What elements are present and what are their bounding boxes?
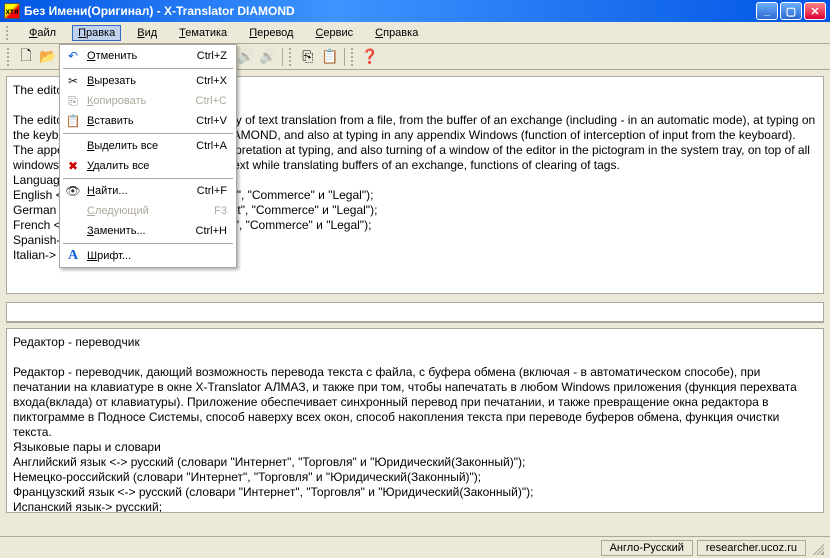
menu-item-[interactable]: 📋ВставитьCtrl+V (61, 111, 235, 131)
translated-line: Языковые пары и словари (13, 440, 817, 455)
mid-panel (6, 302, 824, 322)
menu-item-icon: 👁 (61, 184, 85, 198)
minimize-button[interactable]: _ (756, 2, 778, 20)
toolbar-grip-icon (289, 48, 294, 66)
toolbar-separator (344, 48, 345, 66)
menu-item-shortcut: Ctrl+Z (197, 50, 235, 62)
menu-item-shortcut: Ctrl+F (197, 185, 235, 197)
menu-item-[interactable]: Заменить...Ctrl+H (61, 221, 235, 241)
copy-icon[interactable]: ⎘ (297, 46, 319, 68)
menu-item-shortcut: Ctrl+H (196, 225, 235, 237)
menu-file[interactable]: Файл (23, 25, 62, 41)
menu-item-shortcut: F3 (214, 205, 235, 217)
menu-item-: СледующийF3 (61, 201, 235, 221)
menubar-grip-icon (6, 26, 9, 40)
menu-separator (63, 178, 233, 179)
translated-line: Французский язык <-> русский (словари "И… (13, 485, 817, 500)
sound2-icon: 🔊 (257, 46, 279, 68)
edit-menu-dropdown: ↶ОтменитьCtrl+Z✂ВырезатьCtrl+X⎘Копироват… (59, 44, 237, 268)
toolbar-grip-icon (7, 48, 12, 66)
status-lang-pair[interactable]: Англо-Русский (601, 540, 693, 556)
menu-item-icon: ⎘ (61, 94, 85, 109)
menu-item-icon: ✂ (61, 74, 85, 88)
help-icon[interactable]: ❓ (359, 46, 381, 68)
menu-item-label: Заменить... (85, 225, 196, 237)
translated-heading: Редактор - переводчик (13, 335, 817, 350)
menu-item-shortcut: Ctrl+X (196, 75, 235, 87)
menu-item-[interactable]: ✖Удалить все (61, 156, 235, 176)
new-icon[interactable]: 🗋 (15, 46, 37, 68)
toolbar-grip-icon (351, 48, 356, 66)
menu-item-[interactable]: ↶ОтменитьCtrl+Z (61, 46, 235, 66)
menu-item-shortcut: Ctrl+A (196, 140, 235, 152)
menu-view[interactable]: Вид (131, 25, 163, 41)
menu-item-label: Выделить все (85, 140, 196, 152)
translated-line: Испанский язык-> русский; (13, 500, 817, 513)
close-button[interactable]: ✕ (804, 2, 826, 20)
statusbar: Англо-Русский researcher.ucoz.ru (0, 536, 830, 558)
menu-item-icon: ↶ (61, 49, 85, 63)
menu-item-label: Найти... (85, 185, 197, 197)
menu-separator (63, 243, 233, 244)
menu-item-[interactable]: 👁Найти...Ctrl+F (61, 181, 235, 201)
menu-item-shortcut: Ctrl+C (196, 95, 235, 107)
menu-separator (63, 68, 233, 69)
status-site: researcher.ucoz.ru (697, 540, 806, 556)
menu-service[interactable]: Сервис (309, 25, 359, 41)
menu-item-icon: ✖ (61, 159, 85, 173)
menu-item-[interactable]: Выделить всеCtrl+A (61, 136, 235, 156)
menu-item-label: Вырезать (85, 75, 196, 87)
menu-topic[interactable]: Тематика (173, 25, 233, 41)
menu-item-label: Следующий (85, 205, 214, 217)
menu-item-label: Отменить (85, 50, 197, 62)
menu-item-[interactable]: ✂ВырезатьCtrl+X (61, 71, 235, 91)
menu-help[interactable]: Справка (369, 25, 424, 41)
resize-grip-icon[interactable] (810, 541, 824, 555)
menu-item-label: Вставить (85, 115, 196, 127)
menu-item-shortcut: Ctrl+V (196, 115, 235, 127)
toolbar-separator (282, 48, 283, 66)
menu-item-label: Копировать (85, 95, 196, 107)
menu-item-[interactable]: AШрифт... (61, 246, 235, 266)
open-icon[interactable]: 📂 (37, 46, 59, 68)
app-icon: хтя (4, 3, 20, 19)
menu-item-label: Удалить все (85, 160, 227, 172)
translated-line: Редактор - переводчик, дающий возможност… (13, 365, 817, 440)
menu-item-icon: 📋 (61, 114, 85, 128)
menu-edit[interactable]: Правка (72, 25, 121, 41)
window-title: Без Имени(Оригинал) - X-Translator DIAMO… (24, 4, 756, 18)
menubar: Файл Правка Вид Тематика Перевод Сервис … (0, 22, 830, 44)
menu-separator (63, 133, 233, 134)
sound-icon: 🔊 (235, 46, 257, 68)
menu-item-icon: A (61, 248, 85, 264)
titlebar: хтя Без Имени(Оригинал) - X-Translator D… (0, 0, 830, 22)
paste-icon[interactable]: 📋 (319, 46, 341, 68)
translated-line: Английский язык <-> русский (словари "Ин… (13, 455, 817, 470)
menu-translate[interactable]: Перевод (243, 25, 299, 41)
menu-item-: ⎘КопироватьCtrl+C (61, 91, 235, 111)
maximize-button[interactable]: ▢ (780, 2, 802, 20)
translated-line: Немецко-российский (словари "Интернет", … (13, 470, 817, 485)
translated-text-pane[interactable]: Редактор - переводчик Редактор - переводч… (6, 328, 824, 513)
splitter2[interactable] (6, 322, 824, 326)
menu-item-label: Шрифт... (85, 250, 227, 262)
